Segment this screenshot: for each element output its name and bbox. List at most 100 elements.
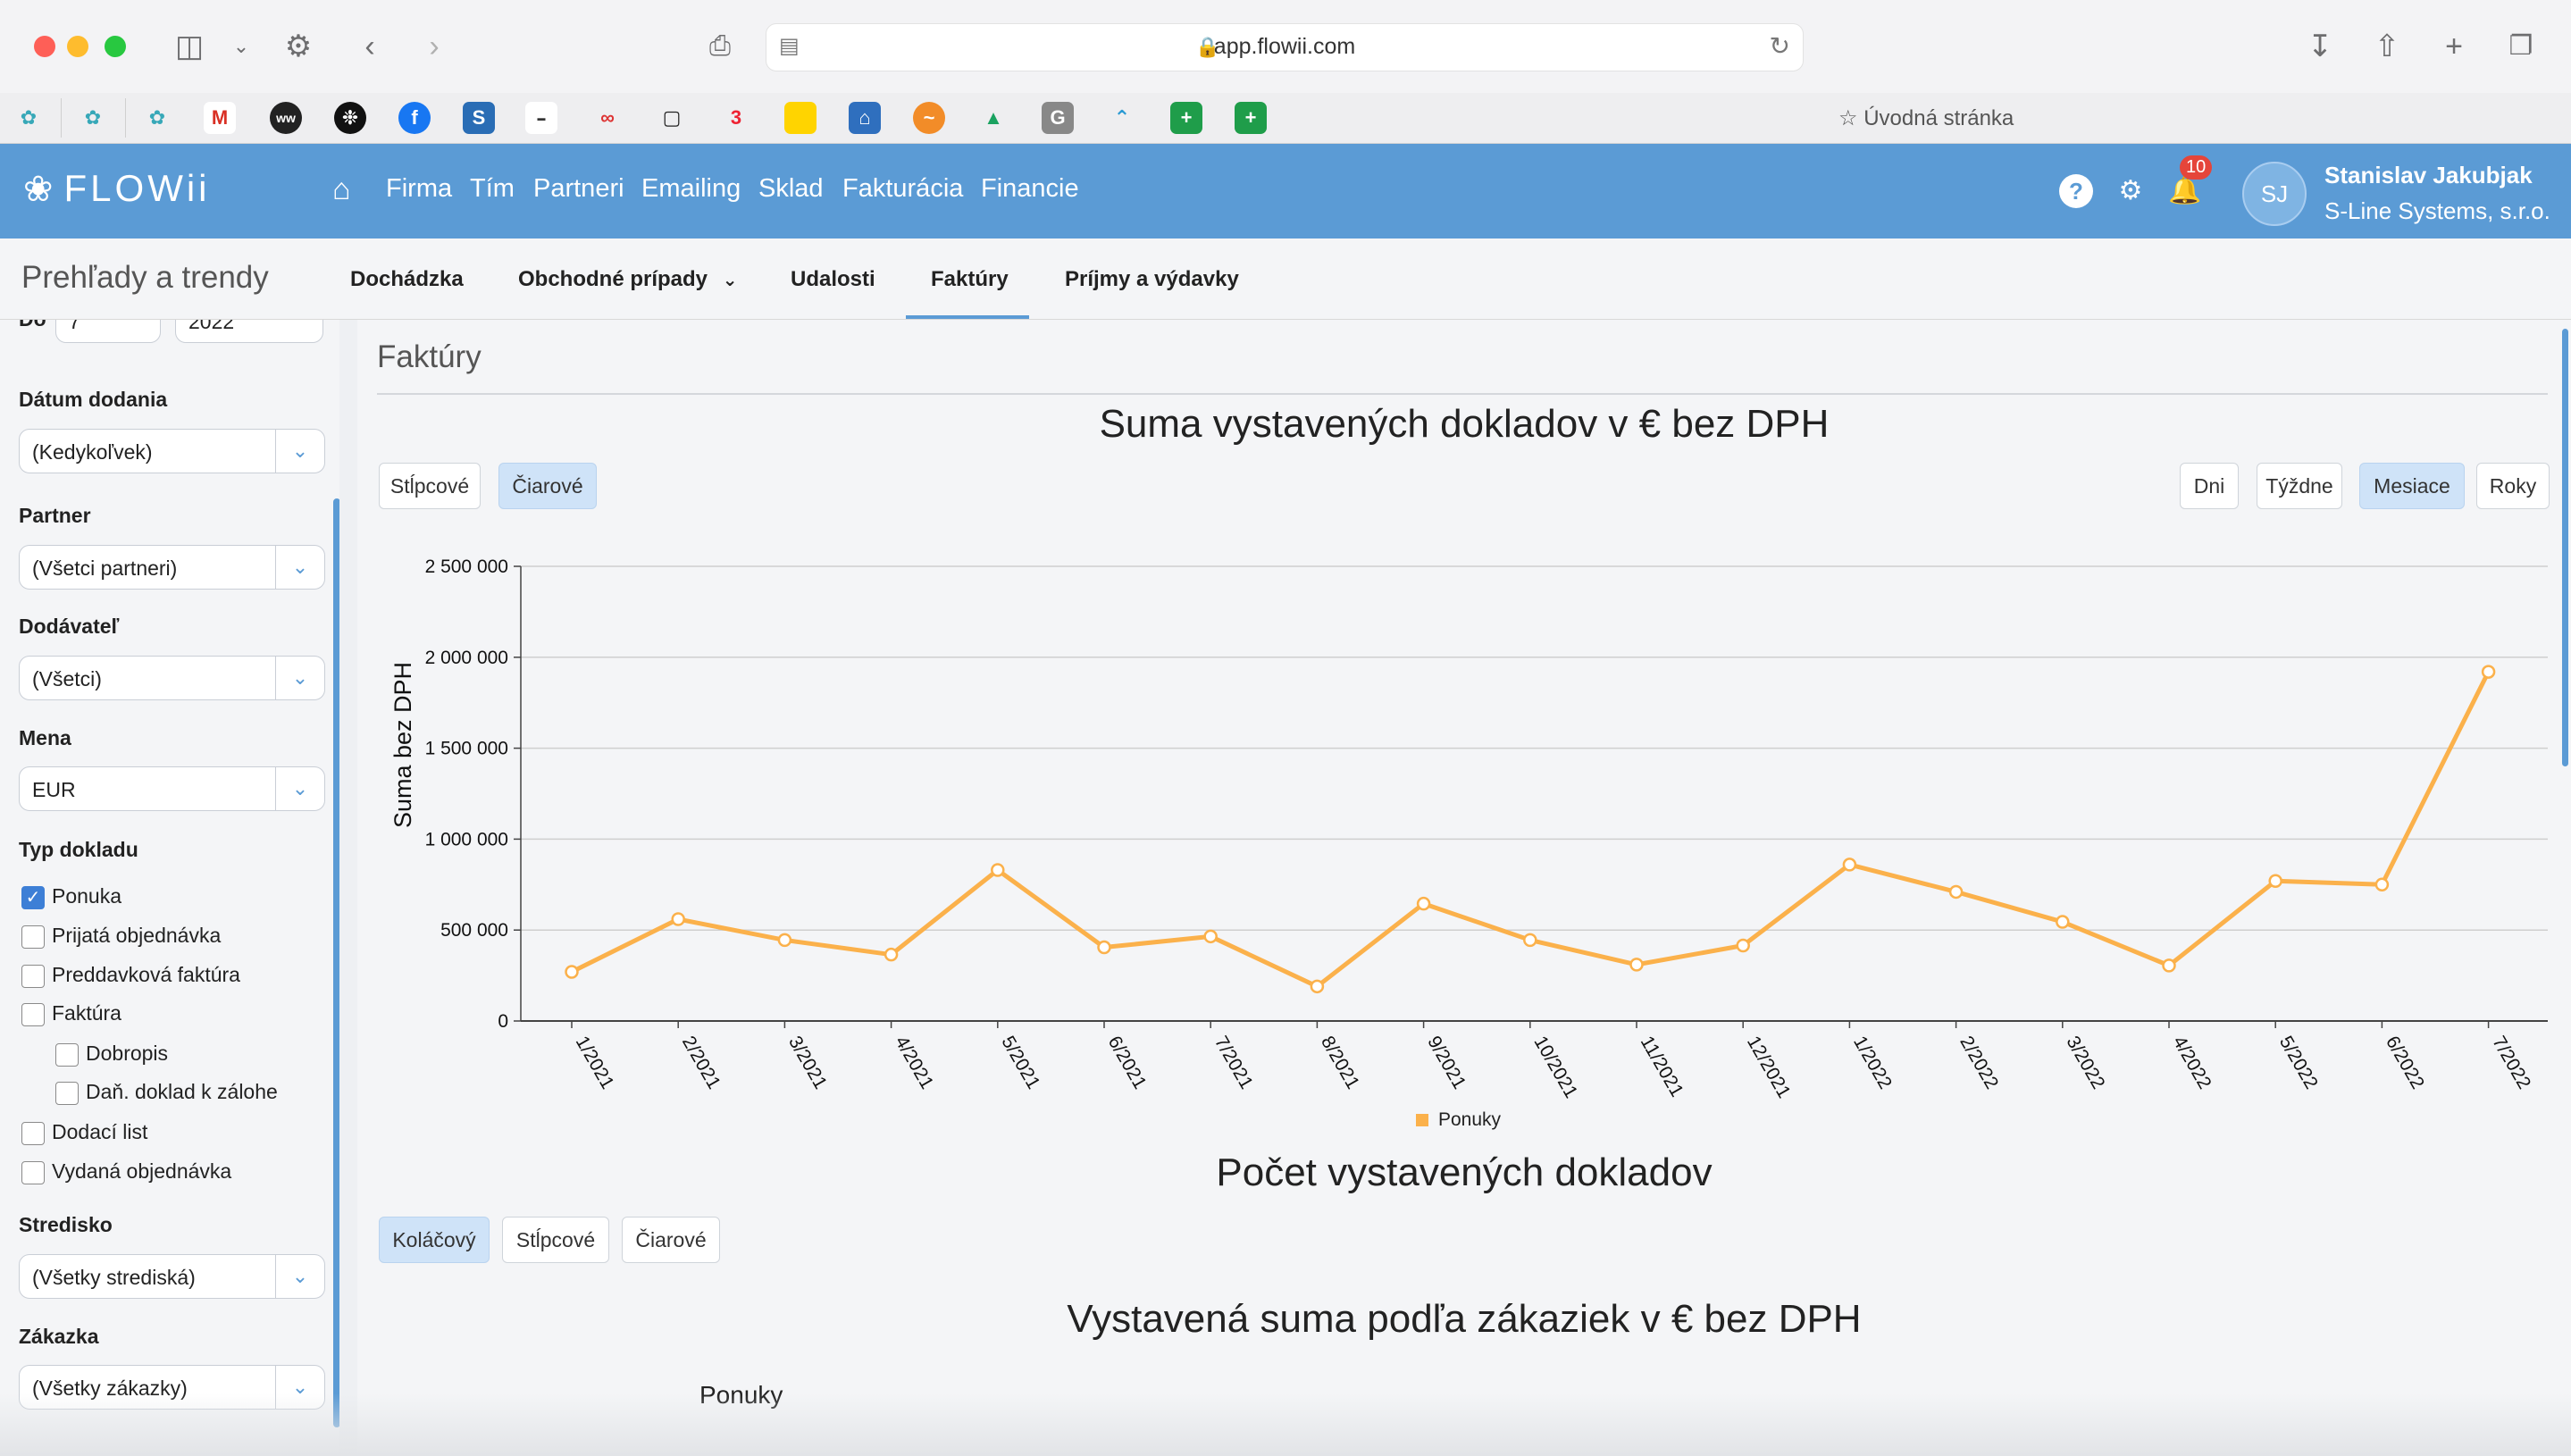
currency-select[interactable]: EUR ⌄: [19, 766, 325, 811]
active-tab-indicator: [906, 315, 1029, 319]
forward-icon[interactable]: ›: [415, 27, 454, 66]
tab-udalosti[interactable]: Udalosti: [791, 267, 875, 292]
reload-icon[interactable]: ↻: [1770, 31, 1790, 61]
chart2-line-button[interactable]: Čiarové: [622, 1217, 720, 1263]
home-icon[interactable]: ⌂: [332, 172, 351, 207]
chart-x-tick-label: 5/2022: [2275, 1033, 2322, 1092]
checkbox-preddavkova-faktura[interactable]: [21, 965, 45, 988]
tab-prijmy-a-vydavky[interactable]: Príjmy a výdavky: [1065, 267, 1239, 292]
user-company[interactable]: S-Line Systems, s.r.o.: [2324, 197, 2550, 225]
partner-label: Partner: [19, 504, 91, 527]
bookmark-icon[interactable]: S: [463, 102, 495, 134]
doc-type-ponuka-label[interactable]: Ponuka: [52, 884, 121, 908]
download-icon[interactable]: ↧: [2300, 27, 2340, 66]
tab-faktury[interactable]: Faktúry: [931, 267, 1009, 292]
monitor-bookmark-icon[interactable]: ▢: [656, 102, 688, 134]
chart-point: [1842, 858, 1857, 872]
chart2-pie-button[interactable]: Koláčový: [379, 1217, 490, 1263]
line-chart: 0 500 000 1 000 000 1 500 000 2 000 000 2 500…: [389, 556, 2548, 1130]
center-select[interactable]: (Všetky strediská) ⌄: [19, 1254, 325, 1299]
sidebar-scrollbar[interactable]: [333, 498, 339, 1427]
avatar[interactable]: SJ: [2242, 162, 2307, 226]
chart2-bar-button[interactable]: Stĺpcové: [502, 1217, 609, 1263]
main-scrollbar[interactable]: [2562, 329, 2568, 766]
doc-type-dan-doklad-label[interactable]: Daň. doklad k zálohe: [86, 1080, 278, 1104]
nav-tim[interactable]: Tím: [470, 174, 515, 204]
facebook-bookmark-icon[interactable]: f: [398, 102, 431, 134]
doc-type-faktura-label[interactable]: Faktúra: [52, 1001, 121, 1025]
tab-dochadzka[interactable]: Dochádzka: [350, 267, 464, 292]
checkbox-dobropis[interactable]: [55, 1043, 79, 1067]
drive-bookmark-icon[interactable]: ▲: [977, 102, 1009, 134]
bookmark-icon[interactable]: ww: [270, 102, 302, 134]
checkbox-vydana-objednavka[interactable]: [21, 1161, 45, 1184]
legend-swatch: [1416, 1114, 1428, 1126]
to-year-select[interactable]: 2022: [175, 320, 323, 343]
openai-bookmark-icon[interactable]: ❉: [334, 102, 366, 134]
sidebar-toggle-icon[interactable]: ◫: [170, 27, 209, 66]
zoom-window-button[interactable]: [105, 36, 126, 57]
bookmark-icon[interactable]: [784, 102, 817, 134]
new-tab-icon[interactable]: +: [2434, 27, 2474, 66]
delivery-date-value: (Kedykoľvek): [32, 440, 153, 464]
doc-type-dodaci-list-label[interactable]: Dodací list: [52, 1120, 147, 1144]
chart-x-tick-label: 9/2021: [1423, 1033, 1470, 1092]
gear-icon[interactable]: ⚙: [279, 27, 318, 66]
nav-partneri[interactable]: Partneri: [533, 174, 624, 204]
nav-sklad[interactable]: Sklad: [758, 174, 824, 204]
help-icon[interactable]: ?: [2059, 174, 2093, 208]
chart-point: [884, 947, 899, 962]
flowii-bookmark-icon[interactable]: ✿: [141, 102, 173, 134]
back-icon[interactable]: ‹: [350, 27, 389, 66]
close-window-button[interactable]: [34, 36, 55, 57]
share-icon[interactable]: ⇧: [2367, 27, 2407, 66]
bookmark-icon[interactable]: ~: [913, 102, 945, 134]
sheets-bookmark-icon[interactable]: +: [1235, 102, 1267, 134]
partner-select[interactable]: (Všetci partneri) ⌄: [19, 545, 325, 590]
start-page-bookmark[interactable]: ☆ Úvodná stránka: [1838, 105, 2014, 131]
checkbox-dodaci-list[interactable]: [21, 1122, 45, 1145]
bookmark-icon[interactable]: ⌃: [1106, 102, 1138, 134]
filter-to-label: Do: [19, 320, 46, 331]
gear-icon[interactable]: ⚙: [2114, 174, 2148, 208]
bookmark-icon[interactable]: 3: [720, 102, 752, 134]
checkbox-ponuka[interactable]: ✓: [21, 886, 45, 909]
nav-financie[interactable]: Financie: [981, 174, 1079, 204]
tab-overview-icon[interactable]: ❐: [2501, 27, 2541, 66]
minimize-window-button[interactable]: [67, 36, 88, 57]
sheets-bookmark-icon[interactable]: +: [1170, 102, 1202, 134]
checkbox-prijata-objednavka[interactable]: [21, 925, 45, 949]
supplier-select[interactable]: (Všetci) ⌄: [19, 656, 325, 700]
checkbox-faktura[interactable]: [21, 1003, 45, 1026]
print-icon[interactable]: ⎙: [700, 27, 740, 66]
flowii-bookmark-icon[interactable]: ✿: [13, 102, 45, 134]
chart-x-tick-label: 2/2022: [1955, 1033, 2002, 1092]
user-name[interactable]: Stanislav Jakubjak: [2324, 162, 2533, 189]
doc-type-preddavkova-faktura-label[interactable]: Preddavková faktúra: [52, 963, 240, 987]
chevron-down-icon[interactable]: ⌄: [222, 27, 261, 66]
bookmark-icon[interactable]: ∞: [591, 102, 624, 134]
chart-point: [1097, 940, 1111, 955]
nav-emailing[interactable]: Emailing: [641, 174, 741, 204]
chart-point: [1203, 929, 1218, 944]
checkbox-dan-doklad[interactable]: [55, 1082, 79, 1105]
address-bar[interactable]: ▤ 🔒 app.flowii.com ↻: [766, 23, 1804, 71]
chart-y-tick-label: 1 500 000: [425, 739, 508, 759]
flowii-logo[interactable]: ❀ FLOWii: [23, 167, 211, 210]
bookmark-icon[interactable]: ▬: [525, 102, 557, 134]
tab-obchodne-pripady[interactable]: Obchodné prípady ⌄: [518, 267, 737, 292]
nav-firma[interactable]: Firma: [386, 174, 452, 204]
chart-x-tick-label: 4/2022: [2169, 1033, 2215, 1092]
gmail-bookmark-icon[interactable]: M: [204, 102, 236, 134]
home-bookmark-icon[interactable]: ⌂: [849, 102, 881, 134]
to-month-select[interactable]: 7: [55, 320, 161, 343]
chevron-down-icon: ⌄: [275, 657, 324, 699]
bookmark-icon[interactable]: G: [1042, 102, 1074, 134]
main-content: Faktúry Suma vystavených dokladov v € be…: [357, 320, 2571, 1456]
delivery-date-select[interactable]: (Kedykoľvek) ⌄: [19, 429, 325, 473]
nav-fakturacia[interactable]: Fakturácia: [842, 174, 963, 204]
doc-type-vydana-objednavka-label[interactable]: Vydaná objednávka: [52, 1159, 231, 1184]
flowii-bookmark-icon[interactable]: ✿: [77, 102, 109, 134]
doc-type-dobropis-label[interactable]: Dobropis: [86, 1042, 168, 1066]
doc-type-prijata-objednavka-label[interactable]: Prijatá objednávka: [52, 924, 221, 948]
